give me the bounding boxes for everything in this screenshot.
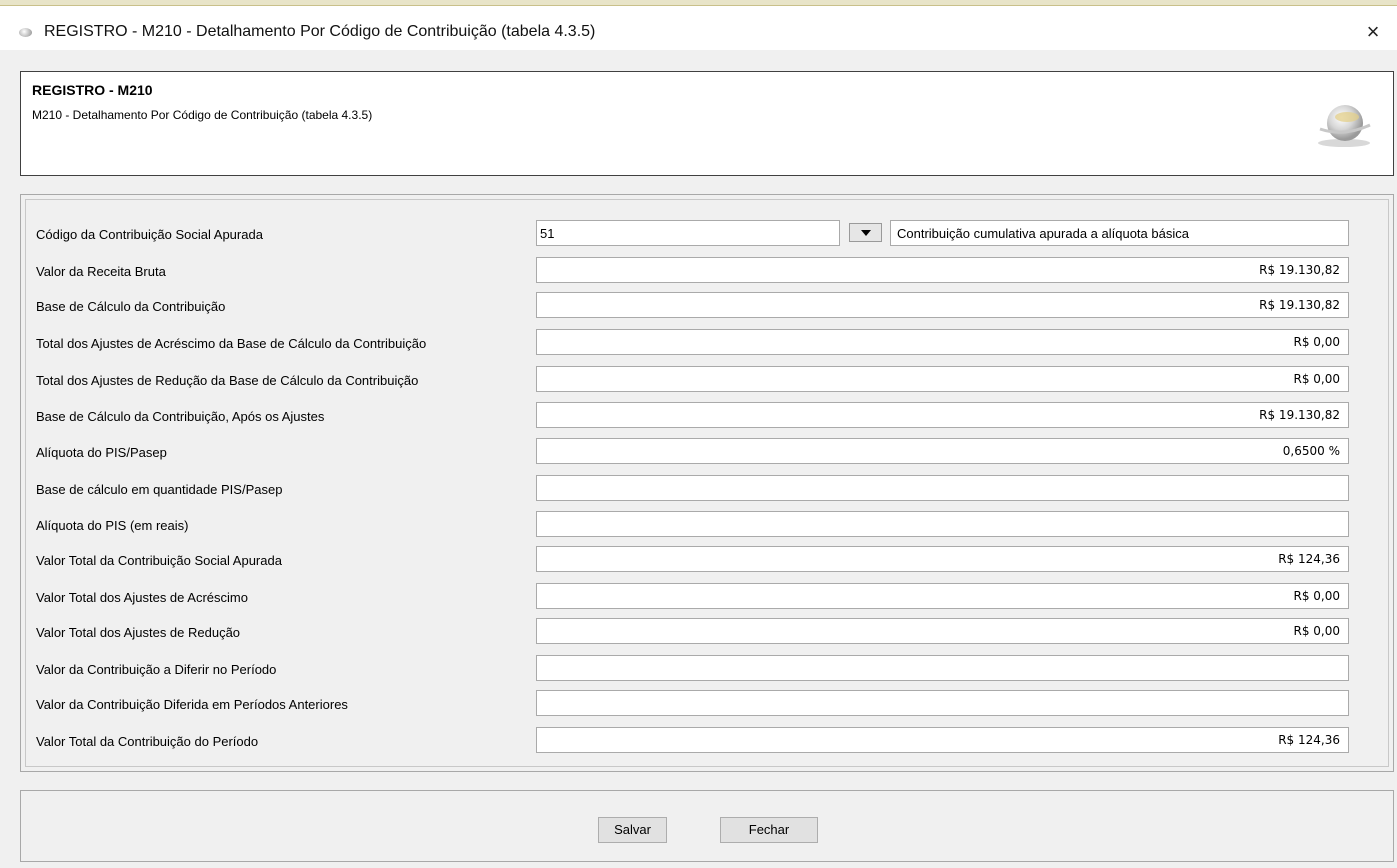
contribuicao-diferida-input[interactable] — [536, 690, 1349, 716]
total-contribuicao-periodo-input[interactable]: R$ 124,36 — [536, 727, 1349, 753]
aliquota-pis-input[interactable]: 0,6500 % — [536, 438, 1349, 464]
window-title: REGISTRO - M210 - Detalhamento Por Códig… — [44, 23, 596, 40]
field-label: Alíquota do PIS (em reais) — [36, 518, 189, 533]
save-button[interactable]: Salvar — [598, 817, 667, 843]
total-contribuicao-apurada-input[interactable]: R$ 124,36 — [536, 546, 1349, 572]
register-header: REGISTRO - M210 M210 - Detalhamento Por … — [20, 71, 1394, 176]
field-label: Valor Total da Contribuição Social Apura… — [36, 553, 282, 568]
register-subtitle: M210 - Detalhamento Por Código de Contri… — [32, 108, 373, 122]
field-label: Valor Total dos Ajustes de Redução — [36, 625, 241, 640]
base-calculo-input[interactable]: R$ 19.130,82 — [536, 292, 1349, 318]
row-total-contribuicao-apurada: Valor Total da Contribuição Social Apura… — [26, 546, 1388, 574]
row-receita-bruta: Valor da Receita Bruta R$ 19.130,82 — [26, 257, 1388, 285]
row-ajustes-reducao-base: Total dos Ajustes de Redução da Base de … — [26, 366, 1388, 394]
row-contribuicao-diferir: Valor da Contribuição a Diferir no Perío… — [26, 655, 1388, 683]
base-apos-ajustes-input[interactable]: R$ 19.130,82 — [536, 402, 1349, 428]
row-base-quantidade: Base de cálculo em quantidade PIS/Pasep — [26, 475, 1388, 503]
contribuicao-diferir-input[interactable] — [536, 655, 1349, 681]
base-quantidade-input[interactable] — [536, 475, 1349, 501]
sped-logo-icon — [1318, 105, 1371, 147]
total-ajustes-reducao-input[interactable]: R$ 0,00 — [536, 618, 1349, 644]
codigo-description: Contribuição cumulativa apurada a alíquo… — [890, 220, 1349, 246]
codigo-dropdown-button[interactable] — [849, 223, 882, 242]
form-panel: Código da Contribuição Social Apurada 51… — [20, 194, 1394, 772]
field-label: Valor da Contribuição a Diferir no Perío… — [36, 662, 277, 677]
field-label: Alíquota do PIS/Pasep — [36, 445, 167, 460]
row-contribuicao-diferida: Valor da Contribuição Diferida em Períod… — [26, 690, 1388, 718]
field-label: Valor da Contribuição Diferida em Períod… — [36, 697, 348, 712]
receita-bruta-input[interactable]: R$ 19.130,82 — [536, 257, 1349, 283]
row-total-contribuicao-periodo: Valor Total da Contribuição do Período R… — [26, 727, 1388, 755]
close-icon[interactable]: × — [1359, 18, 1387, 46]
ajustes-acrescimo-base-input[interactable]: R$ 0,00 — [536, 329, 1349, 355]
window-titlebar: REGISTRO - M210 - Detalhamento Por Códig… — [0, 6, 1397, 50]
row-total-ajustes-acrescimo: Valor Total dos Ajustes de Acréscimo R$ … — [26, 583, 1388, 611]
field-label: Base de Cálculo da Contribuição — [36, 299, 226, 314]
app-icon — [19, 28, 32, 37]
row-aliquota-pis: Alíquota do PIS/Pasep 0,6500 % — [26, 438, 1388, 466]
field-label: Base de Cálculo da Contribuição, Após os… — [36, 409, 325, 424]
field-label: Total dos Ajustes de Acréscimo da Base d… — [36, 336, 427, 351]
field-label: Valor da Receita Bruta — [36, 264, 166, 279]
codigo-label: Código da Contribuição Social Apurada — [36, 227, 263, 242]
row-base-calculo: Base de Cálculo da Contribuição R$ 19.13… — [26, 292, 1388, 320]
row-aliquota-reais: Alíquota do PIS (em reais) — [26, 511, 1388, 539]
total-ajustes-acrescimo-input[interactable]: R$ 0,00 — [536, 583, 1349, 609]
row-codigo: Código da Contribuição Social Apurada 51… — [26, 220, 1388, 248]
field-label: Valor Total dos Ajustes de Acréscimo — [36, 590, 248, 605]
field-label: Total dos Ajustes de Redução da Base de … — [36, 373, 419, 388]
field-label: Valor Total da Contribuição do Período — [36, 734, 259, 749]
button-bar: Salvar Fechar — [20, 790, 1394, 862]
codigo-input[interactable]: 51 — [536, 220, 840, 246]
register-title: REGISTRO - M210 — [32, 82, 153, 98]
row-base-apos-ajustes: Base de Cálculo da Contribuição, Após os… — [26, 402, 1388, 430]
row-total-ajustes-reducao: Valor Total dos Ajustes de Redução R$ 0,… — [26, 618, 1388, 646]
form-inner: Código da Contribuição Social Apurada 51… — [25, 199, 1389, 767]
aliquota-reais-input[interactable] — [536, 511, 1349, 537]
ajustes-reducao-base-input[interactable]: R$ 0,00 — [536, 366, 1349, 392]
row-ajustes-acrescimo-base: Total dos Ajustes de Acréscimo da Base d… — [26, 329, 1388, 357]
field-label: Base de cálculo em quantidade PIS/Pasep — [36, 482, 283, 497]
close-button[interactable]: Fechar — [720, 817, 818, 843]
chevron-down-icon — [861, 230, 871, 236]
